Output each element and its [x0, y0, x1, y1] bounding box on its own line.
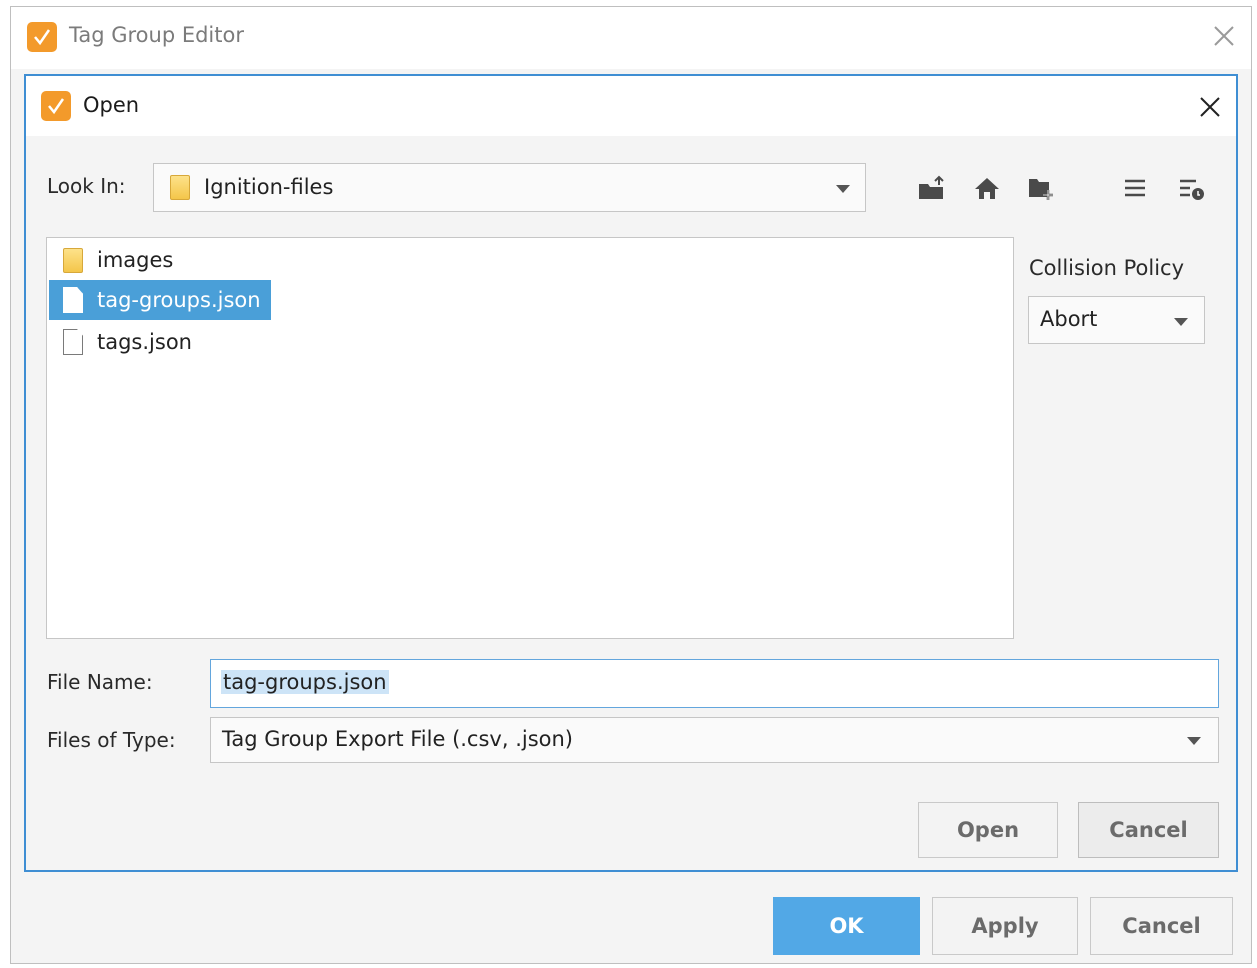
open-button[interactable]: Open [918, 802, 1058, 858]
files-of-type-label: Files of Type: [47, 728, 176, 752]
files-of-type-value: Tag Group Export File (.csv, .json) [222, 727, 574, 751]
app-logo-icon [41, 91, 71, 121]
files-of-type-select[interactable]: Tag Group Export File (.csv, .json) [210, 717, 1219, 763]
outer-titlebar: Tag Group Editor [11, 7, 1251, 69]
file-name: images [97, 248, 174, 272]
file-icon [63, 287, 83, 313]
file-name-input[interactable]: tag-groups.json [210, 659, 1219, 708]
chevron-down-icon [836, 185, 850, 193]
list-item-tag-groups-json[interactable]: tag-groups.json [49, 280, 271, 320]
dialog-title: Open [83, 93, 140, 117]
file-icon [63, 329, 83, 355]
file-name: tags.json [97, 330, 192, 354]
home-icon[interactable] [971, 172, 1003, 204]
close-icon[interactable] [1196, 93, 1224, 121]
collision-policy-select[interactable]: Abort [1028, 296, 1205, 344]
tag-group-editor-window: Tag Group Editor Open Look In: Ignition-… [10, 6, 1252, 964]
ok-button[interactable]: OK [773, 897, 920, 955]
file-name-value: tag-groups.json [221, 670, 389, 694]
outer-window-title: Tag Group Editor [69, 23, 244, 47]
outer-cancel-button[interactable]: Cancel [1090, 897, 1233, 955]
collision-policy-label: Collision Policy [1029, 256, 1185, 280]
app-logo-icon [27, 22, 57, 52]
list-item-tags-json[interactable]: tags.json [49, 322, 192, 362]
open-dialog: Open Look In: Ignition-files images tag-… [24, 74, 1238, 872]
folder-icon [170, 175, 190, 200]
file-list[interactable]: images tag-groups.json tags.json [46, 237, 1014, 639]
close-icon[interactable] [1209, 21, 1239, 51]
collision-policy-value: Abort [1040, 307, 1098, 331]
list-view-icon[interactable] [1119, 172, 1151, 204]
look-in-combo[interactable]: Ignition-files [153, 163, 866, 212]
file-name: tag-groups.json [97, 288, 261, 312]
chevron-down-icon [1187, 737, 1201, 745]
up-folder-icon[interactable] [916, 172, 948, 204]
chevron-down-icon [1174, 318, 1188, 326]
look-in-value: Ignition-files [204, 175, 334, 199]
apply-button[interactable]: Apply [932, 897, 1078, 955]
new-folder-icon[interactable] [1025, 172, 1057, 204]
dialog-cancel-button[interactable]: Cancel [1078, 802, 1219, 858]
dialog-titlebar: Open [26, 76, 1236, 136]
details-view-icon[interactable] [1176, 174, 1208, 206]
list-item-folder-images[interactable]: images [49, 240, 173, 280]
look-in-label: Look In: [47, 174, 126, 198]
file-name-label: File Name: [47, 670, 153, 694]
folder-icon [63, 247, 83, 273]
